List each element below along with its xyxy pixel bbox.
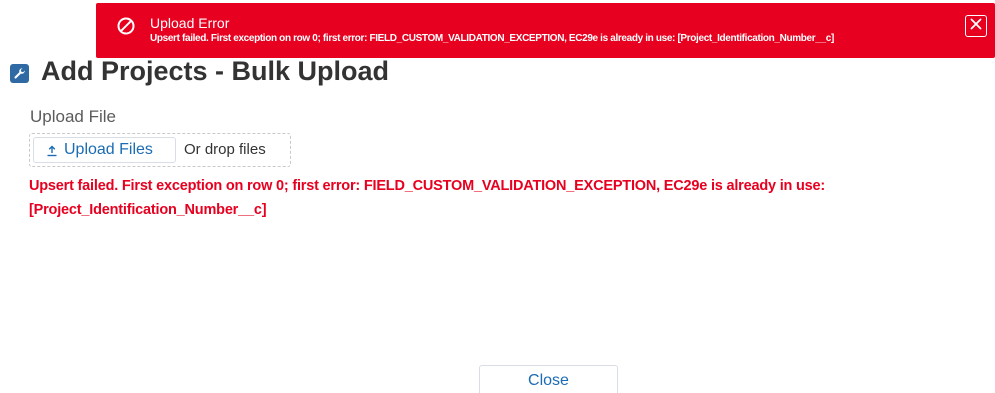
toast-title: Upload Error [150,15,230,31]
toast-close-button[interactable] [965,15,987,37]
bulk-upload-page: Upload Error Upsert failed. First except… [0,0,995,393]
toast-message: Upsert failed. First exception on row 0;… [150,33,834,44]
close-icon [969,17,983,36]
drop-files-text: Or drop files [184,141,266,158]
wrench-icon [10,63,29,83]
upload-error-message: Upsert failed. First exception on row 0;… [29,178,826,218]
error-toast: Upload Error Upsert failed. First except… [96,3,995,58]
upload-icon [46,144,58,157]
upload-file-label: Upload File [30,107,116,126]
close-button[interactable]: Close [479,365,618,393]
upload-files-label: Upload Files [64,141,153,158]
page-title: Add Projects - Bulk Upload [41,55,390,86]
upload-files-button[interactable]: Upload Files [33,137,176,163]
ban-icon [116,16,136,36]
page-header: Add Projects - Bulk Upload [10,54,389,88]
file-dropzone[interactable]: Upload Files Or drop files [29,133,291,167]
